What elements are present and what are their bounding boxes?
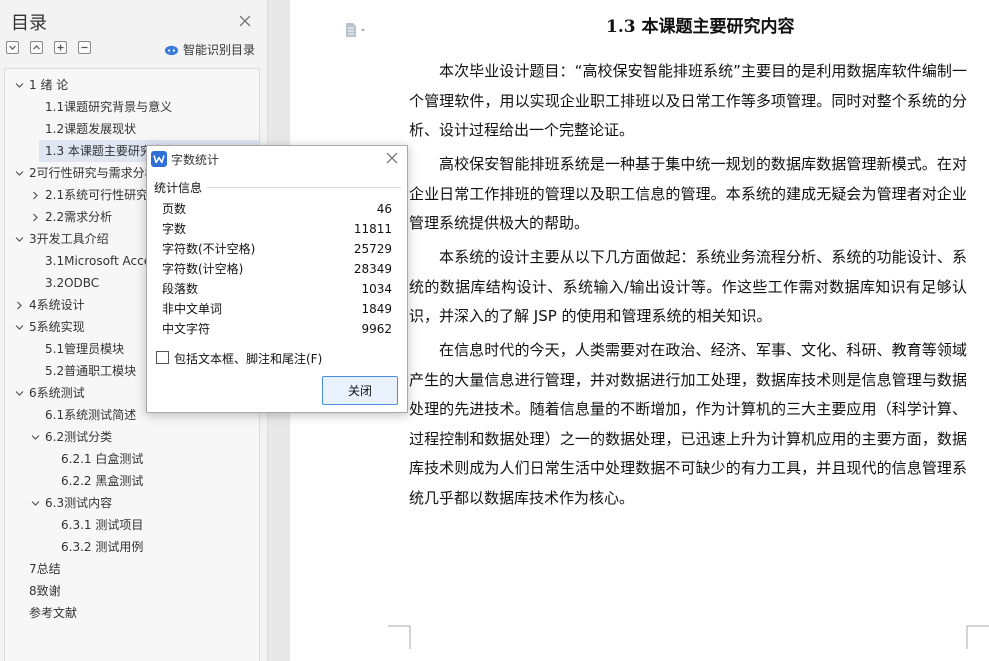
toc-item-label: 4系统设计 (29, 298, 85, 312)
toc-item[interactable]: 7总结 (5, 558, 259, 580)
section-divider (207, 187, 401, 188)
toc-item-label: 6.1系统测试简述 (45, 408, 137, 422)
include-textbox-label[interactable]: 包括文本框、脚注和尾注(F) (174, 350, 322, 367)
wps-writer-icon (151, 151, 167, 167)
toc-item-label: 2.2需求分析 (45, 210, 113, 224)
paragraph-2: 高校保安智能排班系统是一种基于集中统一规划的数据库数据管理新模式。在对企业日常工… (409, 155, 967, 232)
stat-label: 中文字符 (162, 322, 211, 336)
dialog-title: 字数统计 (171, 153, 220, 167)
document-icon[interactable] (344, 22, 368, 38)
toc-item-label: 6.2.1 白盒测试 (61, 452, 144, 466)
stat-row: 字符数(计空格) 28349 (162, 259, 392, 279)
paragraph-3: 本系统的设计主要从以下几方面做起：系统业务流程分析、系统的功能设计、系统的数据库… (409, 248, 967, 325)
paragraph-1: 本次毕业设计题目：“高校保安智能排班系统”主要目的是利用数据库软件编制一个管理软… (409, 62, 967, 139)
sidebar-title: 目录 (11, 13, 47, 34)
stat-label: 非中文单词 (162, 302, 223, 316)
smart-toc-button[interactable]: 智能识别目录 (164, 40, 255, 58)
chevron-down-icon[interactable] (31, 499, 40, 508)
paragraph-4: 在信息时代的今天，人类需要对在政治、经济、军事、文化、科研、教育等领域产生的大量… (409, 341, 967, 507)
stat-row: 页数 46 (162, 199, 392, 219)
toc-item-label: 6.3测试内容 (45, 496, 113, 510)
toc-item-label: 7总结 (29, 562, 61, 576)
stat-value: 1849 (361, 302, 392, 316)
include-textbox-checkbox[interactable] (156, 351, 169, 364)
word-count-dialog: 字数统计 统计信息 页数 46 字数 11811 字符数(不计空格) 25729 字符数(计… (146, 145, 408, 413)
toc-item[interactable]: 1.1课题研究背景与意义 (5, 96, 259, 118)
cloud-icon (164, 45, 179, 55)
toc-item-label: 6.3.2 测试用例 (61, 540, 144, 554)
section-heading: 1.3 本课题主要研究内容 (606, 17, 795, 37)
toc-item[interactable]: 1.2课题发展现状 (5, 118, 259, 140)
toc-item[interactable]: 6.2测试分类 (5, 426, 259, 448)
toc-item-label: 2可行性研究与需求分析 (29, 166, 157, 180)
stat-value: 11811 (353, 222, 392, 236)
plus-icon[interactable] (54, 41, 67, 54)
stat-row: 字符数(不计空格) 25729 (162, 239, 392, 259)
chevron-down-icon[interactable] (31, 433, 40, 442)
toc-item-label: 3.2ODBC (45, 276, 100, 290)
stat-value: 9962 (361, 322, 392, 336)
toc-item-label: 5.2普通职工模块 (45, 364, 137, 378)
stat-value: 25729 (353, 242, 392, 256)
toc-item[interactable]: 6.3.2 测试用例 (5, 536, 259, 558)
toc-item[interactable]: 6.3.1 测试项目 (5, 514, 259, 536)
chevron-down-icon[interactable] (15, 389, 24, 398)
close-button[interactable]: 关闭 (322, 376, 398, 405)
smart-toc-label: 智能识别目录 (183, 42, 256, 57)
toc-item[interactable]: 6.2.2 黑盒测试 (5, 470, 259, 492)
stat-row: 段落数 1034 (162, 279, 392, 299)
chevron-down-icon[interactable] (15, 169, 24, 178)
minus-icon[interactable] (78, 41, 91, 54)
toc-item-label: 2.1系统可行性研究 (45, 188, 149, 202)
toc-item[interactable]: 1 绪 论 (5, 74, 259, 96)
stat-label: 字符数(不计空格) (162, 242, 256, 256)
chevron-down-icon[interactable] (15, 81, 24, 90)
close-icon[interactable] (386, 152, 398, 164)
toc-item-label: 1.2课题发展现状 (45, 122, 137, 136)
chevron-down-icon[interactable] (15, 235, 24, 244)
toc-item-label: 1 绪 论 (29, 78, 69, 92)
dialog-titlebar[interactable]: 字数统计 (147, 146, 407, 172)
stat-row: 字数 11811 (162, 219, 392, 239)
collapse-icon[interactable] (6, 41, 19, 54)
toc-item[interactable]: 6.3测试内容 (5, 492, 259, 514)
expand-icon[interactable] (30, 41, 43, 54)
toc-item-label: 5.1管理员模块 (45, 342, 125, 356)
toc-item-label: 6.2测试分类 (45, 430, 113, 444)
stat-value: 1034 (361, 282, 392, 296)
chevron-right-icon[interactable] (15, 301, 24, 310)
toc-item-label: 参考文献 (29, 606, 78, 620)
stat-value: 46 (376, 202, 392, 216)
stat-label: 字符数(计空格) (162, 262, 244, 276)
stat-value: 28349 (353, 262, 392, 276)
stat-row: 中文字符 9962 (162, 319, 392, 339)
toc-item-label: 5系统实现 (29, 320, 85, 334)
toc-item-label: 6.3.1 测试项目 (61, 518, 144, 532)
toc-item[interactable]: 参考文献 (5, 602, 259, 624)
toc-item-label: 6系统测试 (29, 386, 85, 400)
toc-item[interactable]: 6.2.1 白盒测试 (5, 448, 259, 470)
page-corner-mark (966, 625, 989, 649)
stat-label: 字数 (162, 222, 187, 236)
toc-item-label: 1.1课题研究背景与意义 (45, 100, 173, 114)
toc-item-label: 3开发工具介绍 (29, 232, 109, 246)
chevron-right-icon[interactable] (31, 213, 40, 222)
stat-label: 页数 (162, 202, 187, 216)
stat-label: 段落数 (162, 282, 199, 296)
section-label: 统计信息 (154, 179, 207, 196)
chevron-right-icon[interactable] (31, 191, 40, 200)
page-corner-mark (388, 625, 411, 649)
toc-item-label: 8致谢 (29, 584, 61, 598)
toc-item-label: 6.2.2 黑盒测试 (61, 474, 144, 488)
close-icon[interactable] (237, 13, 253, 29)
stat-row: 非中文单词 1849 (162, 299, 392, 319)
toc-item[interactable]: 8致谢 (5, 580, 259, 602)
chevron-down-icon[interactable] (15, 323, 24, 332)
